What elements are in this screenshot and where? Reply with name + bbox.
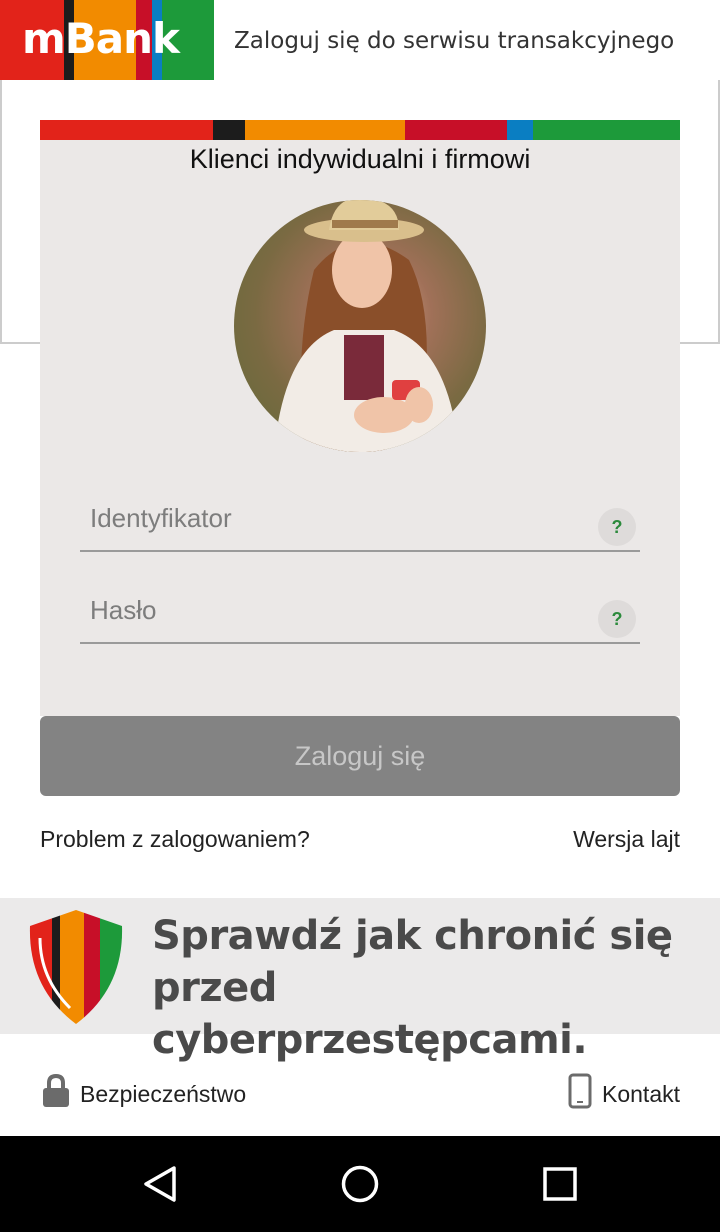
security-banner[interactable]: Sprawdź jak chronić się przed cyberprzes… [0, 898, 720, 1063]
logo-text: mBank [22, 14, 180, 63]
customer-photo [234, 200, 486, 452]
contact-link[interactable]: Kontakt [568, 1072, 680, 1116]
recents-square-icon[interactable] [540, 1164, 580, 1204]
system-navbar [0, 1136, 720, 1232]
login-button[interactable]: Zaloguj się [40, 716, 680, 796]
password-help-button[interactable]: ? [598, 600, 636, 638]
brand-color-bar [40, 120, 680, 140]
password-field: ? [80, 580, 640, 644]
shield-icon [29, 910, 123, 1024]
phone-icon [568, 1073, 592, 1115]
security-label: Bezpieczeństwo [80, 1080, 247, 1107]
lock-icon [42, 1073, 70, 1114]
login-problem-link[interactable]: Problem z zalogowaniem? [40, 826, 310, 853]
panel-title: Klienci indywidualni i firmowi [189, 144, 531, 174]
home-circle-icon[interactable] [340, 1164, 380, 1204]
contact-label: Kontakt [602, 1080, 680, 1107]
id-help-button[interactable]: ? [598, 508, 636, 546]
login-panel: Klienci indywidualni i firmowi ? ? [40, 140, 680, 716]
banner-line-1: Sprawdź jak chronić się [152, 913, 673, 959]
header-title: Zaloguj się do serwisu transakcyjnego [234, 28, 675, 54]
security-link[interactable]: Bezpieczeństwo [42, 1072, 246, 1116]
app-header: mBank Zaloguj się do serwisu transakcyjn… [0, 0, 720, 80]
mbank-logo[interactable]: mBank [0, 0, 214, 80]
back-triangle-icon[interactable] [140, 1164, 180, 1204]
id-field: ? [80, 488, 640, 552]
lite-version-link[interactable]: Wersja lajt [573, 826, 680, 853]
password-input[interactable] [80, 580, 580, 640]
banner-text: Sprawdź jak chronić się przed cyberprzes… [152, 910, 720, 1066]
id-input[interactable] [80, 488, 580, 548]
banner-line-2: przed cyberprzestępcami. [152, 965, 588, 1063]
